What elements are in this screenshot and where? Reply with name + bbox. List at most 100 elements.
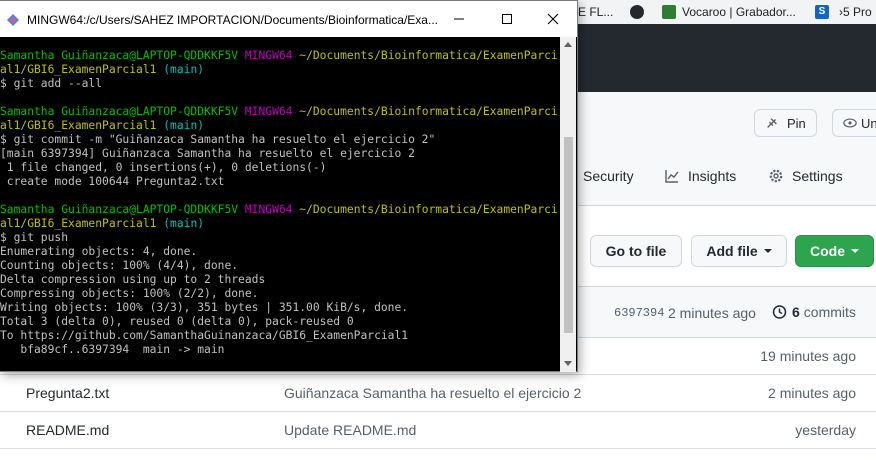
terminal-text: Samantha Guiñanzaca@LAPTOP-QDDKKF5V xyxy=(0,203,245,216)
bookmark-item[interactable] xyxy=(630,3,650,21)
terminal-window[interactable]: MINGW64:/c/Users/SAHEZ IMPORTACION/Docum… xyxy=(0,0,578,372)
pin-button[interactable]: Pin xyxy=(754,109,817,137)
s-icon: S xyxy=(815,5,829,19)
terminal-line: Samantha Guiñanzaca@LAPTOP-QDDKKF5V MING… xyxy=(0,49,560,63)
terminal-text: create mode 100644 Pregunta2.txt xyxy=(0,175,225,188)
tab-insights[interactable]: Insights xyxy=(664,168,736,184)
terminal-text: $ git commit -m "Guiñanzaca Samantha ha … xyxy=(0,133,436,146)
watch-button[interactable]: Un xyxy=(832,109,876,137)
code-label: Code xyxy=(810,243,845,259)
gear-icon xyxy=(769,169,783,183)
terminal-line: Compressing objects: 100% (2/2), done. xyxy=(0,287,560,301)
file-row[interactable]: README.md Update README.md yesterday xyxy=(0,412,876,449)
terminal-line: [main 6397394] Guiñanzaca Samantha ha re… xyxy=(0,147,560,161)
watch-label: Un xyxy=(861,115,876,131)
file-name[interactable]: README.md xyxy=(26,422,109,438)
bookmark-item[interactable]: Vocaroo | Grabador... xyxy=(662,3,796,21)
terminal-text: bfa89cf..6397394 main -> main xyxy=(0,343,225,356)
commits-label: commits xyxy=(803,304,856,320)
terminal-line: To https://github.com/SamanthaGuinanzaca… xyxy=(0,329,560,343)
terminal-line: Total 3 (delta 0), reused 0 (delta 0), p… xyxy=(0,315,560,329)
terminal-line: al1/GBI6_ExamenParcial1 (main) xyxy=(0,119,560,133)
bookmark-label: 5 Pro xyxy=(843,5,872,19)
terminal-text: ~/Documents/Bioinformatica/ExamenParci xyxy=(299,105,558,118)
terminal-line: Enumerating objects: 4, done. xyxy=(0,245,560,259)
chevron-down-icon xyxy=(763,249,772,253)
scrollbar-thumb[interactable] xyxy=(564,137,573,333)
terminal-line: Counting objects: 100% (4/4), done. xyxy=(0,259,560,273)
scroll-down-icon[interactable] xyxy=(564,361,572,366)
terminal-text: (main) xyxy=(156,63,205,76)
terminal-text: Counting objects: 100% (4/4), done. xyxy=(0,259,239,272)
terminal-text: $ git add --all xyxy=(0,77,103,90)
terminal-line: Samantha Guiñanzaca@LAPTOP-QDDKKF5V MING… xyxy=(0,105,560,119)
terminal-line: al1/GBI6_ExamenParcial1 (main) xyxy=(0,63,560,77)
terminal-text: al1/GBI6_ExamenParcial1 xyxy=(0,63,157,76)
commit-hash[interactable]: 6397394 xyxy=(614,306,664,320)
vocaroo-icon xyxy=(662,5,676,19)
terminal-text: $ git push xyxy=(0,231,69,244)
terminal-text: Writing objects: 100% (3/3), 351 bytes |… xyxy=(0,301,409,314)
terminal-text: ~/Documents/Bioinformatica/ExamenParci xyxy=(299,203,558,216)
terminal-text: Samantha Guiñanzaca@LAPTOP-QDDKKF5V xyxy=(0,49,245,62)
terminal-text: al1/GBI6_ExamenParcial1 xyxy=(0,119,157,132)
terminal-line: Delta compression using up to 2 threads xyxy=(0,273,560,287)
terminal-text: Delta compression using up to 2 threads xyxy=(0,273,266,286)
chevron-down-icon xyxy=(851,249,859,253)
bookmark-item[interactable]: E FL... xyxy=(578,3,613,21)
terminal-titlebar[interactable]: MINGW64:/c/Users/SAHEZ IMPORTACION/Docum… xyxy=(0,1,577,37)
terminal-text: Total 3 (delta 0), reused 0 (delta 0), p… xyxy=(0,315,354,328)
terminal-text: To https://github.com/SamanthaGuinanzaca… xyxy=(0,329,409,342)
terminal-text: ~/Documents/Bioinformatica/ExamenParci xyxy=(299,49,558,62)
mingw-icon xyxy=(7,14,19,26)
terminal-line: $ git commit -m "Guiñanzaca Samantha ha … xyxy=(0,133,560,147)
terminal-text: al1/GBI6_ExamenParcial1 xyxy=(0,217,157,230)
file-age: 2 minutes ago xyxy=(768,385,856,401)
maximize-icon xyxy=(502,14,512,24)
bookmark-label: Vocaroo | Grabador... xyxy=(682,5,796,19)
history-icon xyxy=(772,305,787,319)
code-button[interactable]: Code xyxy=(795,235,874,267)
terminal-text: 1 file changed, 0 insertions(+), 0 delet… xyxy=(0,161,327,174)
terminal-scrollbar[interactable] xyxy=(560,37,576,372)
terminal-text: MINGW64 xyxy=(244,203,300,216)
terminal-line: $ git push xyxy=(0,231,560,245)
bookmark-item[interactable]: S › 5 Pro xyxy=(815,3,872,21)
terminal-output[interactable]: Samantha Guiñanzaca@LAPTOP-QDDKKF5V MING… xyxy=(0,37,560,373)
terminal-text: MINGW64 xyxy=(244,105,300,118)
terminal-line: $ git add --all xyxy=(0,77,560,91)
pin-label: Pin xyxy=(787,115,806,131)
minimize-button[interactable] xyxy=(436,1,482,37)
close-icon xyxy=(547,13,559,25)
minimize-icon xyxy=(454,18,464,20)
go-to-file-label: Go to file xyxy=(605,243,667,259)
maximize-button[interactable] xyxy=(484,1,530,37)
file-name[interactable]: Pregunta2.txt xyxy=(26,385,109,401)
tab-label: Insights xyxy=(688,168,737,184)
terminal-text: Enumerating objects: 4, done. xyxy=(0,245,198,258)
terminal-text: Samantha Guiñanzaca@LAPTOP-QDDKKF5V xyxy=(0,105,245,118)
file-age: 19 minutes ago xyxy=(760,348,856,364)
tab-security[interactable]: Security xyxy=(583,168,634,184)
scroll-up-icon[interactable] xyxy=(564,42,572,47)
tab-settings[interactable]: Settings xyxy=(768,168,843,184)
eye-icon xyxy=(843,118,857,128)
terminal-line: 1 file changed, 0 insertions(+), 0 delet… xyxy=(0,161,560,175)
bookmark-label: E FL... xyxy=(578,5,614,19)
file-row[interactable]: Pregunta2.txt Guiñanzaca Samantha ha res… xyxy=(0,375,876,412)
go-to-file-button[interactable]: Go to file xyxy=(590,235,682,267)
add-file-button[interactable]: Add file xyxy=(691,235,787,267)
file-age: yesterday xyxy=(795,422,856,438)
file-commit-message[interactable]: Update README.md xyxy=(284,422,416,438)
terminal-text: Compressing objects: 100% (2/2), done. xyxy=(0,287,259,300)
terminal-line: bfa89cf..6397394 main -> main xyxy=(0,343,560,357)
github-icon xyxy=(630,5,644,19)
terminal-text: (main) xyxy=(156,119,205,132)
pin-icon xyxy=(767,118,777,128)
terminal-title: MINGW64:/c/Users/SAHEZ IMPORTACION/Docum… xyxy=(27,13,438,27)
file-commit-message[interactable]: Guiñanzaca Samantha ha resuelto el ejerc… xyxy=(284,385,581,401)
commits-link[interactable]: 6 commits xyxy=(771,304,856,320)
close-button[interactable] xyxy=(530,1,576,37)
terminal-text: MINGW64 xyxy=(244,49,300,62)
